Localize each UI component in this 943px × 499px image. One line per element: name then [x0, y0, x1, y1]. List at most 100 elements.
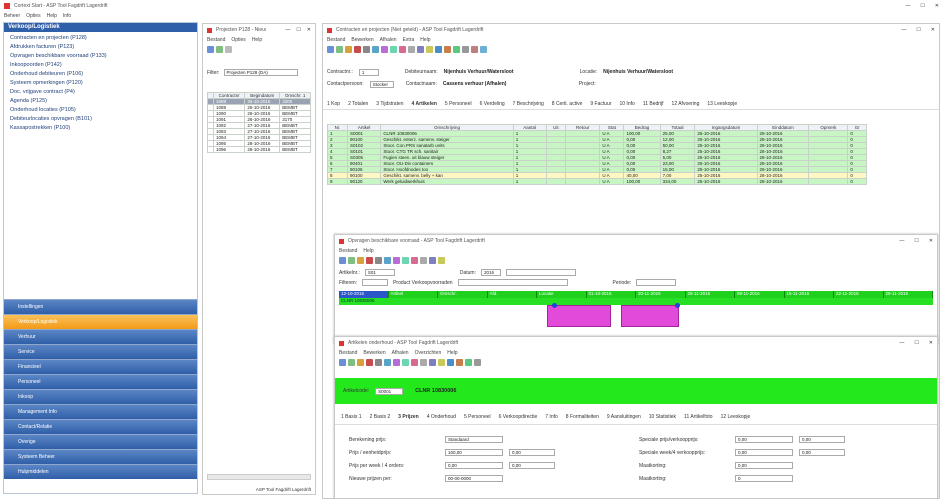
nav-section-button[interactable]: Overige: [4, 434, 197, 449]
menu-item[interactable]: Opties: [26, 13, 40, 19]
undo-icon[interactable]: [402, 257, 409, 264]
first-icon[interactable]: [417, 46, 424, 53]
planning-artikel-field[interactable]: S01: [364, 269, 395, 276]
close-icon[interactable]: ✕: [935, 3, 939, 9]
tab[interactable]: 11 Artikelfoto: [684, 414, 713, 420]
nav-item[interactable]: Contracten en projecten (P128): [10, 34, 191, 43]
tab[interactable]: 1 Kop: [327, 101, 340, 107]
tab[interactable]: 3 Prijzen: [398, 414, 419, 420]
menu-item[interactable]: Bestand: [339, 350, 357, 356]
table-row[interactable]: 1093 27-10-2016 BEMBT: [206, 128, 311, 135]
menu-item[interactable]: Bewerken: [351, 37, 373, 43]
tab[interactable]: 10 Statistiek: [649, 414, 676, 420]
copy-icon[interactable]: [372, 46, 379, 53]
redo-icon[interactable]: [411, 359, 418, 366]
tab[interactable]: 7 Info: [545, 414, 558, 420]
save-icon[interactable]: [348, 359, 355, 366]
menu-item[interactable]: Help: [447, 350, 457, 356]
planning-filter-field[interactable]: [362, 279, 389, 286]
menu-item[interactable]: Help: [420, 37, 430, 43]
form-field[interactable]: 0,00: [509, 462, 555, 469]
tab[interactable]: 2 Basis 2: [370, 414, 391, 420]
redo-icon[interactable]: [411, 257, 418, 264]
filter-select[interactable]: Projecten P128 (DA): [223, 69, 298, 76]
refresh-icon[interactable]: [420, 257, 427, 264]
form-field[interactable]: 0,00: [799, 449, 845, 456]
menu-item[interactable]: Afhalen: [392, 350, 409, 356]
nav-item[interactable]: Debiteurlocaties opvragen (B101): [10, 115, 191, 124]
nav-item[interactable]: Kassapostrekken (P100): [10, 124, 191, 133]
menu-item[interactable]: Opties: [231, 37, 245, 43]
nav-item[interactable]: Opvragen beschikbare voorraad (P133): [10, 52, 191, 61]
tab[interactable]: 11 Bedrijf: [643, 101, 664, 107]
close-icon[interactable]: ✕: [929, 340, 933, 346]
minimize-icon[interactable]: —: [899, 340, 904, 346]
menu-item[interactable]: Help: [252, 37, 262, 43]
menu-item[interactable]: Bestand: [207, 37, 225, 43]
menu-item[interactable]: Info: [63, 13, 71, 19]
tab[interactable]: 9 Factuur: [590, 101, 611, 107]
print-icon[interactable]: [375, 257, 382, 264]
projects-scrollbar[interactable]: [207, 474, 311, 480]
new-icon[interactable]: [327, 46, 334, 53]
menu-item[interactable]: Beheer: [4, 13, 20, 19]
first-icon[interactable]: [429, 359, 436, 366]
maximize-icon[interactable]: ☐: [920, 3, 924, 9]
form-field[interactable]: 00-00-0000: [445, 475, 503, 482]
new-icon[interactable]: [339, 359, 346, 366]
tab[interactable]: 6 Verdeling: [480, 101, 505, 107]
open-icon[interactable]: [345, 46, 352, 53]
booking-marker-icon[interactable]: [552, 303, 557, 308]
form-field[interactable]: 100,00: [445, 449, 503, 456]
nav-section-button[interactable]: Systeem Beheer: [4, 449, 197, 464]
maximize-icon[interactable]: ☐: [914, 238, 918, 244]
close-icon[interactable]: ✕: [307, 27, 311, 33]
search-icon[interactable]: [465, 359, 472, 366]
tab[interactable]: 13 Leeskopje: [707, 101, 737, 107]
info-icon[interactable]: [480, 46, 487, 53]
nav-item[interactable]: Agenda (P125): [10, 97, 191, 106]
tab[interactable]: 8 Certi. active: [552, 101, 583, 107]
tab[interactable]: 4 Artikelen: [412, 101, 437, 107]
save-icon[interactable]: [348, 257, 355, 264]
nav-section-button[interactable]: Hulpmiddelen: [4, 464, 197, 479]
planning-extra-field[interactable]: [505, 269, 576, 276]
nav-section-button[interactable]: Contact/Relatie: [4, 419, 197, 434]
copy-icon[interactable]: [384, 257, 391, 264]
minimize-icon[interactable]: —: [901, 27, 906, 33]
form-field[interactable]: 0,00: [735, 462, 793, 469]
search-icon[interactable]: [453, 46, 460, 53]
print-icon[interactable]: [375, 359, 382, 366]
paste-icon[interactable]: [393, 359, 400, 366]
menu-item[interactable]: Help: [363, 248, 373, 254]
maximize-icon[interactable]: ☐: [916, 27, 920, 33]
nav-item[interactable]: Afdrukken facturen (P123): [10, 43, 191, 52]
minimize-icon[interactable]: —: [905, 3, 910, 9]
tab[interactable]: 5 Personeel: [445, 101, 472, 107]
nav-item[interactable]: Onderhoud debiteuren (P106): [10, 70, 191, 79]
nav-section-button[interactable]: Management Info: [4, 404, 197, 419]
planning-range-field[interactable]: [457, 279, 568, 286]
tab[interactable]: 8 Formaliteiten: [566, 414, 599, 420]
booking-marker-icon[interactable]: [675, 303, 680, 308]
nav-item[interactable]: Inkoopoorden (P142): [10, 61, 191, 70]
open-icon[interactable]: [357, 359, 364, 366]
nav-item[interactable]: Systeem opmerkingen (P120): [10, 79, 191, 88]
booking-block[interactable]: [621, 305, 679, 327]
planning-datum-field[interactable]: 2016: [480, 269, 501, 276]
maximize-icon[interactable]: ☐: [296, 27, 300, 33]
tab[interactable]: 10 Info: [619, 101, 634, 107]
new-icon[interactable]: [207, 46, 214, 53]
booking-block[interactable]: [547, 305, 611, 327]
menu-item[interactable]: Bestand: [327, 37, 345, 43]
tab[interactable]: 2 Totalen: [348, 101, 368, 107]
tab[interactable]: 3 Tijdstraten: [376, 101, 403, 107]
undo-icon[interactable]: [390, 46, 397, 53]
table-row[interactable]: 9 90120 Werk geluidwerkhuis 1 U A 100,00 334,0…: [327, 178, 867, 185]
last-icon[interactable]: [456, 359, 463, 366]
menu-item[interactable]: Bestand: [339, 248, 357, 254]
form-field[interactable]: 0: [735, 475, 793, 482]
nav-item[interactable]: Onderhoud locaties (P105): [10, 106, 191, 115]
maximize-icon[interactable]: ☐: [914, 340, 918, 346]
form-field[interactable]: 0,00: [509, 449, 555, 456]
